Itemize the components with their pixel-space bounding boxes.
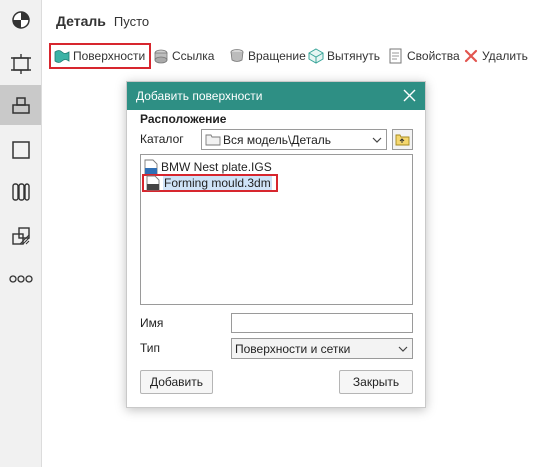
page-subtitle: Пусто bbox=[113, 14, 150, 29]
revolve-label: Вращение bbox=[248, 49, 306, 63]
extrude-icon bbox=[308, 48, 324, 64]
surfaces-label: Поверхности bbox=[73, 49, 146, 63]
catalog-label: Каталог bbox=[140, 132, 184, 146]
page-title: Деталь bbox=[56, 13, 106, 29]
dialog-titlebar: Добавить поверхности bbox=[127, 82, 425, 110]
catalog-value: Вся модель\Деталь bbox=[223, 132, 332, 147]
revolve-icon bbox=[230, 49, 244, 62]
folder-icon bbox=[205, 134, 221, 146]
add-button[interactable]: Добавить bbox=[140, 370, 213, 394]
extrude-label: Вытянуть bbox=[327, 49, 380, 63]
properties-icon bbox=[389, 48, 402, 64]
igs-file-icon bbox=[144, 159, 158, 175]
folder-up-button[interactable] bbox=[392, 129, 413, 150]
file-item-selected[interactable]: Forming mould.3dm bbox=[142, 174, 278, 192]
chevron-down-icon bbox=[398, 346, 408, 352]
revolve-button[interactable]: Вращение bbox=[229, 43, 306, 69]
add-surfaces-dialog: Добавить поверхности Расположение Катало… bbox=[126, 81, 426, 408]
chevron-down-icon bbox=[372, 137, 382, 143]
surface-icon bbox=[54, 50, 70, 63]
sketch-icon[interactable] bbox=[0, 130, 41, 170]
delete-button[interactable]: Удалить bbox=[463, 43, 528, 69]
layers-icon[interactable] bbox=[0, 172, 41, 212]
file-list[interactable]: BMW Nest plate.IGS Forming mould.3dm bbox=[140, 154, 413, 305]
name-input[interactable] bbox=[231, 313, 413, 333]
assembly-icon[interactable] bbox=[0, 44, 41, 84]
page-header: Деталь Пусто bbox=[56, 13, 149, 31]
type-value: Поверхности и сетки bbox=[235, 341, 351, 356]
type-label: Тип bbox=[140, 341, 161, 355]
dialog-title: Добавить поверхности bbox=[136, 89, 263, 103]
type-select[interactable]: Поверхности и сетки bbox=[231, 338, 413, 359]
catalog-select[interactable]: Вся модель\Деталь bbox=[201, 129, 387, 150]
3dm-file-icon bbox=[146, 175, 160, 191]
left-toolbar bbox=[0, 0, 42, 467]
extrude-button[interactable]: Вытянуть bbox=[308, 43, 380, 69]
properties-label: Свойства bbox=[407, 49, 460, 63]
delete-icon bbox=[464, 49, 478, 63]
surfaces-button[interactable]: Поверхности bbox=[49, 43, 152, 69]
link-button[interactable]: Ссылка bbox=[153, 43, 214, 69]
close-icon[interactable] bbox=[403, 89, 416, 102]
file-name: BMW Nest plate.IGS bbox=[161, 160, 272, 174]
name-label: Имя bbox=[140, 316, 164, 330]
file-name: Forming mould.3dm bbox=[163, 176, 272, 190]
location-section-label: Расположение bbox=[140, 112, 227, 126]
more-icon[interactable] bbox=[0, 259, 41, 299]
section-icon[interactable] bbox=[0, 216, 41, 256]
part-icon[interactable] bbox=[0, 0, 41, 40]
part-view-icon[interactable] bbox=[0, 85, 41, 125]
properties-button[interactable]: Свойства bbox=[388, 43, 460, 69]
link-label: Ссылка bbox=[172, 49, 215, 63]
link-icon bbox=[154, 49, 168, 64]
folder-up-icon bbox=[395, 134, 410, 146]
close-button[interactable]: Закрыть bbox=[339, 370, 413, 394]
delete-label: Удалить bbox=[482, 49, 528, 63]
